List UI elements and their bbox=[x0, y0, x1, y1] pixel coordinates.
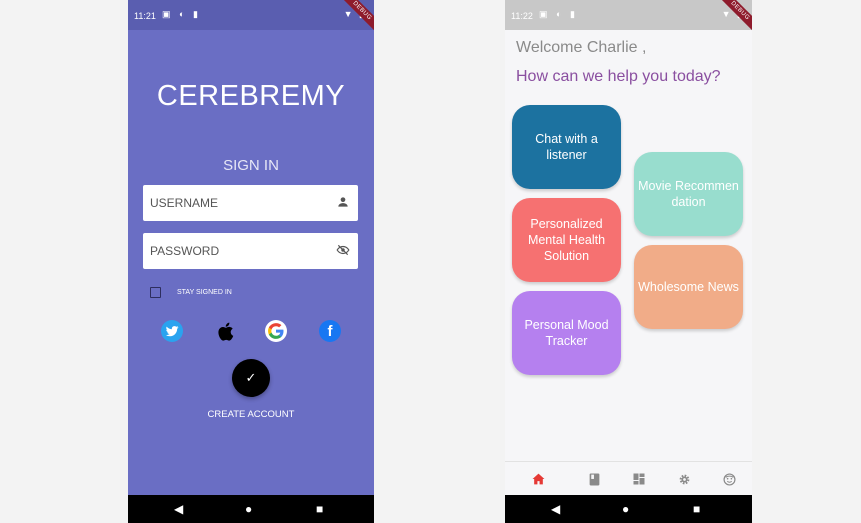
settings-icon[interactable] bbox=[677, 472, 691, 486]
profile-icon[interactable] bbox=[722, 472, 736, 486]
recents-icon[interactable]: ■ bbox=[693, 501, 700, 517]
login-screen: 11:21 ▣ ◐ ▮ ▼ ▮ DEBUG CEREBREMY SIGN IN … bbox=[128, 0, 374, 523]
welcome-text: Welcome Charlie , bbox=[516, 39, 647, 56]
dashboard-icon[interactable] bbox=[632, 472, 646, 486]
help-heading: How can we help you today? bbox=[516, 68, 721, 85]
home-nav-icon[interactable]: ● bbox=[622, 501, 629, 517]
notification-icons: ▣ ◐ ▮ bbox=[539, 9, 578, 19]
password-input[interactable] bbox=[150, 233, 330, 269]
recents-icon[interactable]: ■ bbox=[316, 501, 323, 517]
username-field[interactable] bbox=[143, 185, 358, 221]
create-account-link[interactable]: CREATE ACCOUNT bbox=[128, 409, 374, 420]
mood-tracker-card[interactable]: Personal Mood Tracker bbox=[512, 291, 621, 375]
card-label: Movie Recommendation bbox=[638, 179, 739, 209]
password-field[interactable] bbox=[143, 233, 358, 269]
system-nav-bar: ◀ ● ■ bbox=[505, 495, 752, 523]
back-icon[interactable]: ◀ bbox=[551, 501, 560, 517]
card-label: Personal Mood Tracker bbox=[524, 318, 609, 348]
google-icon[interactable] bbox=[265, 320, 287, 342]
status-bar: 11:21 ▣ ◐ ▮ ▼ ▮ DEBUG bbox=[128, 0, 374, 36]
notification-icons: ▣ ◐ ▮ bbox=[162, 9, 201, 19]
chat-with-listener-card[interactable]: Chat with a listener bbox=[512, 105, 621, 189]
apple-icon[interactable] bbox=[214, 320, 236, 342]
stay-signed-in-checkbox[interactable] bbox=[150, 287, 161, 298]
status-time: 11:21 bbox=[134, 11, 156, 21]
username-input[interactable] bbox=[150, 185, 330, 221]
wholesome-news-card[interactable]: Wholesome News bbox=[634, 245, 743, 329]
status-bar: 11:22 ▣ ◐ ▮ ▼ ▮ DEBUG bbox=[505, 0, 752, 36]
card-label: Wholesome News bbox=[638, 280, 739, 294]
system-nav-bar: ◀ ● ■ bbox=[128, 495, 374, 523]
movie-recommendation-card[interactable]: Movie Recommendation bbox=[634, 152, 743, 236]
status-time: 11:22 bbox=[511, 11, 533, 21]
card-label: Chat with a listener bbox=[535, 132, 598, 162]
home-screen: 11:22 ▣ ◐ ▮ ▼ ▮ DEBUG Welcome Charlie , … bbox=[505, 0, 752, 523]
back-icon[interactable]: ◀ bbox=[174, 501, 183, 517]
mental-health-solution-card[interactable]: Personalized Mental Health Solution bbox=[512, 198, 621, 282]
facebook-icon[interactable]: f bbox=[319, 320, 341, 342]
app-title: CEREBREMY bbox=[156, 80, 346, 112]
twitter-icon[interactable] bbox=[161, 320, 183, 342]
sign-in-heading: SIGN IN bbox=[223, 157, 279, 174]
book-icon[interactable] bbox=[587, 472, 601, 486]
bottom-tab-bar bbox=[505, 461, 752, 496]
card-label: Personalized Mental Health Solution bbox=[527, 217, 606, 263]
sign-in-submit-button[interactable]: ✓ bbox=[232, 359, 270, 397]
home-nav-icon[interactable]: ● bbox=[245, 501, 252, 517]
person-icon bbox=[338, 197, 348, 207]
stay-signed-in-label: STAY SIGNED IN bbox=[177, 289, 232, 296]
home-icon[interactable] bbox=[531, 472, 545, 486]
visibility-off-icon[interactable] bbox=[336, 243, 350, 257]
